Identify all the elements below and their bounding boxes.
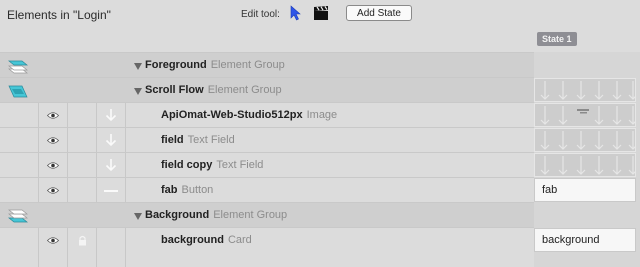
element-row-background-card[interactable]: background Card <box>0 227 534 252</box>
expand-triangle-icon[interactable] <box>134 213 142 220</box>
clapperboard-icon[interactable] <box>313 5 329 21</box>
arrow-down-icon[interactable] <box>104 108 118 122</box>
eye-icon[interactable] <box>47 111 59 120</box>
element-row-background-group[interactable]: Background Element Group <box>0 202 534 227</box>
expand-triangle-icon[interactable] <box>134 88 142 95</box>
element-type: Text Field <box>187 134 235 146</box>
edit-tool-label: Edit tool: <box>241 9 280 20</box>
lock-icon[interactable] <box>78 235 87 246</box>
flow-arrows-pattern <box>540 81 635 100</box>
element-name: field copy <box>161 159 213 171</box>
panel-title: Elements in "Login" <box>7 8 111 22</box>
element-row-scroll-flow[interactable]: Scroll Flow Element Group <box>0 77 534 102</box>
state-cell-fab[interactable]: fab <box>534 178 636 202</box>
layers-icon <box>8 60 28 74</box>
eye-icon[interactable] <box>47 186 59 195</box>
state-cell-scroll-flow[interactable] <box>534 78 636 102</box>
state-cell-field[interactable] <box>534 128 636 152</box>
state-cell-background[interactable]: background <box>534 228 636 252</box>
flow-arrows-pattern <box>540 156 635 175</box>
state-column-header[interactable]: State 1 <box>537 32 577 46</box>
state-cell-label: fab <box>542 184 558 196</box>
element-type: Element Group <box>207 84 282 96</box>
state-cell-field-copy[interactable] <box>534 153 636 177</box>
element-type: Card <box>227 234 252 246</box>
element-row-field[interactable]: field Text Field <box>0 127 534 152</box>
element-name: field <box>161 134 184 146</box>
expand-triangle-icon[interactable] <box>134 63 142 70</box>
element-name: Background <box>145 209 210 221</box>
layers-icon <box>8 209 28 223</box>
element-row-apiomat-image[interactable]: ApiOmat-Web-Studio512px Image <box>0 102 534 127</box>
element-name: Scroll Flow <box>145 84 204 96</box>
element-row-foreground[interactable]: Foreground Element Group <box>0 52 534 77</box>
flow-arrows-pattern <box>540 106 635 125</box>
element-type: Element Group <box>213 209 288 221</box>
arrow-down-icon[interactable] <box>104 158 118 172</box>
element-row-fab[interactable]: fab Button <box>0 177 534 202</box>
element-type: Image <box>306 109 338 121</box>
scroll-flow-icon <box>8 85 28 98</box>
dash-icon[interactable] <box>104 190 118 192</box>
element-name: fab <box>161 184 178 196</box>
eye-icon[interactable] <box>47 236 59 245</box>
add-state-button[interactable]: Add State <box>346 5 412 21</box>
element-type: Element Group <box>210 59 285 71</box>
eye-icon[interactable] <box>47 136 59 145</box>
arrow-down-icon[interactable] <box>104 133 118 147</box>
element-type: Text Field <box>216 159 264 171</box>
element-type: Button <box>181 184 214 196</box>
element-name: background <box>161 234 224 246</box>
state-cell-label: background <box>542 234 600 246</box>
element-name: ApiOmat-Web-Studio512px <box>161 109 303 121</box>
panel-header: Elements in "Login" Edit tool: Add State… <box>0 0 640 52</box>
element-row-field-copy[interactable]: field copy Text Field <box>0 152 534 177</box>
element-name: Foreground <box>145 59 207 71</box>
eye-icon[interactable] <box>47 161 59 170</box>
state-cell-apiomat-image[interactable] <box>534 103 636 127</box>
pointer-arrow-icon[interactable] <box>289 5 303 21</box>
flow-arrows-pattern <box>540 131 635 150</box>
